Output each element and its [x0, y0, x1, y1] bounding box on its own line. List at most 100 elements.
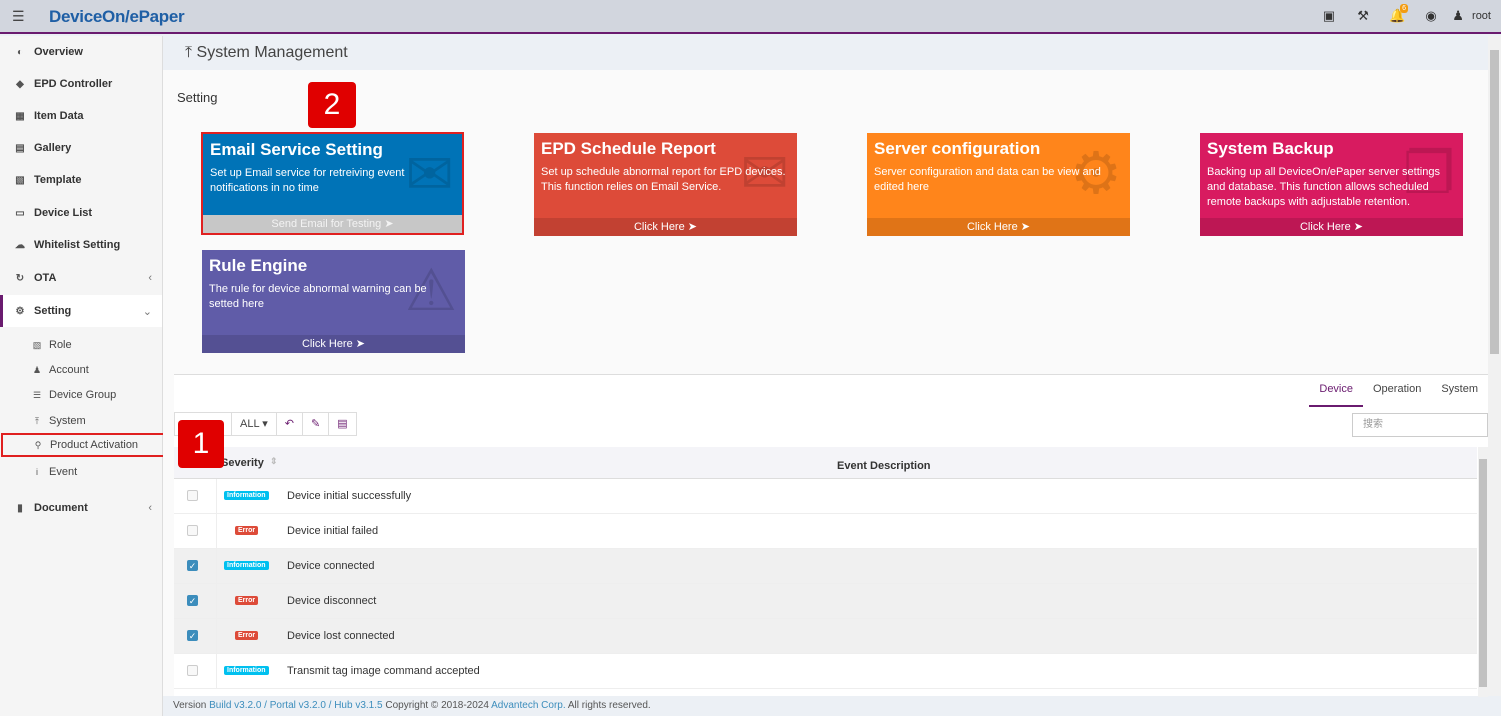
plus-square-icon[interactable]: ▣ [1312, 8, 1346, 24]
table-row[interactable]: ✓ Error Device disconnect [174, 584, 1477, 619]
sidebar-item-template[interactable]: ▧ Template [0, 164, 162, 196]
row-checkbox[interactable]: ✓ [187, 560, 198, 571]
scrollbar-thumb[interactable] [1490, 50, 1499, 354]
chevron-down-icon: ⌄ [142, 305, 152, 318]
event-description: Device initial failed [287, 525, 379, 537]
card-title: Rule Engine [209, 256, 308, 275]
sidebar-item-epd-controller[interactable]: ◆ EPD Controller [0, 68, 162, 100]
search-input[interactable]: 搜索 [1352, 413, 1488, 437]
table-row[interactable]: Information Device initial successfully [174, 479, 1477, 514]
system-backup-card[interactable]: ❐ System Backup Backing up all DeviceOn/… [1200, 133, 1463, 236]
sidebar-subitem-event[interactable]: i Event [0, 460, 162, 484]
sidebar-subitem-account[interactable]: ♟ Account [0, 358, 162, 382]
book-icon: ▮ [17, 502, 23, 514]
sidebar-item-label: Whitelist Setting [34, 239, 121, 251]
footer-versions-link[interactable]: Build v3.2.0 / Portal v3.2.0 / Hub v3.1.… [209, 700, 382, 711]
page-title-text: System Management [196, 44, 348, 61]
email-service-card[interactable]: ✉ Email Service Setting Set up Email ser… [201, 132, 464, 235]
click-here-button[interactable]: Click Here ➤ [1200, 218, 1463, 236]
row-checkbox[interactable]: ✓ [187, 630, 198, 641]
sidebar-item-whitelist-setting[interactable]: ☁ Whitelist Setting [0, 229, 162, 261]
row-checkbox[interactable] [187, 665, 198, 676]
id-card-icon: ▧ [15, 174, 25, 186]
sidebar-subitem-product-activation[interactable]: ⚲ Product Activation [1, 433, 165, 457]
sidebar-item-label: Document [34, 502, 88, 514]
top-icons: ▣ ⚒ 🔔 6 ◉ ♟ root [1312, 4, 1491, 24]
epd-schedule-report-card[interactable]: ✉ EPD Schedule Report Set up schedule ab… [534, 133, 797, 236]
severity-badge: Error [235, 526, 259, 535]
click-here-button[interactable]: Click Here ➤ [867, 218, 1130, 236]
sidebar-subitem-device-group[interactable]: ☰ Device Group [0, 383, 162, 407]
footer-version-label: Version [173, 700, 207, 711]
column-divider [216, 584, 217, 618]
column-event-description: Event Description [837, 460, 931, 472]
severity-filter-dropdown[interactable]: ALL ▾ [231, 412, 277, 436]
server-configuration-card[interactable]: ⚙ Server configuration Server configurat… [867, 133, 1130, 236]
sidebar-item-setting[interactable]: ⚙ Setting ⌄ [0, 295, 162, 327]
severity-badge: Information [224, 561, 269, 570]
footer-company-link[interactable]: Advantech Corp. [491, 700, 566, 711]
globe-icon[interactable]: ◉ [1414, 8, 1448, 24]
page-scrollbar[interactable] [1488, 36, 1501, 696]
notification-badge: 6 [1400, 4, 1409, 13]
page-title: ⤒ System Management [185, 44, 348, 62]
wrench-icon: ⤒ [35, 415, 39, 426]
rocket-icon: ➤ [1020, 221, 1030, 233]
sort-icon[interactable]: ⇕ [270, 456, 278, 467]
sidebar-item-item-data[interactable]: ▦ Item Data [0, 100, 162, 132]
send-test-email-button[interactable]: Send Email for Testing ➤ [203, 215, 462, 233]
sidebar-subitem-system[interactable]: ⤒ System [0, 409, 162, 433]
table-row[interactable]: ✓ Information Device connected [174, 549, 1477, 584]
sidebar-item-document[interactable]: ▮ Document ‹ [0, 492, 162, 524]
sidebar-subitem-role[interactable]: ▧ Role [0, 333, 162, 357]
sidebar-item-gallery[interactable]: ▤ Gallery [0, 132, 162, 164]
list-icon: ☰ [32, 389, 42, 400]
dashboard-icon: ◐ [16, 46, 24, 58]
card-footer-label: Click Here [301, 338, 353, 350]
row-checkbox[interactable] [187, 490, 198, 501]
tab-operation[interactable]: Operation [1363, 375, 1431, 407]
card-title: System Backup [1207, 139, 1334, 158]
user-name[interactable]: root [1468, 10, 1491, 22]
footer: Version Build v3.2.0 / Portal v3.2.0 / H… [173, 700, 651, 711]
column-severity[interactable]: Severity [221, 457, 264, 469]
undo-button[interactable]: ↶ [275, 412, 303, 436]
event-tabs: Device Operation System [1309, 375, 1488, 407]
table-row[interactable]: ✓ Error Device lost connected [174, 619, 1477, 654]
event-description: Device initial successfully [287, 490, 412, 502]
click-here-button[interactable]: Click Here ➤ [202, 335, 465, 353]
sidebar-item-device-list[interactable]: ▭ Device List [0, 197, 162, 229]
sidebar-item-ota[interactable]: ↻ OTA ‹ [0, 262, 162, 294]
card-footer-label: Click Here [1299, 221, 1351, 233]
table-icon: ▦ [15, 110, 25, 122]
tab-system[interactable]: System [1431, 375, 1488, 407]
card-title: EPD Schedule Report [541, 139, 716, 158]
annotation-marker-1: 1 [178, 420, 224, 468]
rocket-icon: ➤ [384, 218, 394, 230]
sidebar-item-overview[interactable]: ◐ Overview [0, 36, 162, 68]
sidebar-subitem-label: Device Group [49, 389, 117, 401]
sidebar: ◐ Overview ◆ EPD Controller ▦ Item Data ▤ Ga… [0, 36, 165, 716]
scrollbar-thumb[interactable] [1479, 459, 1487, 687]
user-icon[interactable]: ♟ [1448, 8, 1468, 24]
bell-icon[interactable]: 🔔 6 [1380, 4, 1414, 24]
footer-copyright: Copyright © 2018-2024 [385, 700, 489, 711]
tab-device[interactable]: Device [1309, 375, 1363, 407]
table-row[interactable]: Information Transmit tag image command ac… [174, 654, 1477, 689]
gavel-icon[interactable]: ⚒ [1346, 8, 1380, 24]
edit-button[interactable]: ✎ [301, 412, 330, 436]
menu-toggle-icon[interactable]: ☰ [12, 8, 25, 25]
event-description: Device connected [287, 560, 375, 572]
row-checkbox[interactable] [187, 525, 198, 536]
sidebar-subitem-label: Event [49, 466, 78, 478]
row-checkbox[interactable]: ✓ [187, 595, 198, 606]
table-row[interactable]: Error Device initial failed [174, 514, 1477, 549]
app-logo[interactable]: DeviceOn/ePaper [49, 7, 185, 27]
table-scrollbar[interactable] [1478, 447, 1488, 697]
click-here-button[interactable]: Click Here ➤ [534, 218, 797, 236]
rule-engine-card[interactable]: ⚠ Rule Engine The rule for device abnorm… [202, 250, 465, 353]
save-button[interactable]: ▤ [328, 412, 357, 436]
column-divider [216, 619, 217, 653]
top-navbar: ☰ DeviceOn/ePaper ▣ ⚒ 🔔 6 ◉ ♟ root [0, 0, 1501, 34]
footer-rights: All rights reserved. [567, 700, 651, 711]
